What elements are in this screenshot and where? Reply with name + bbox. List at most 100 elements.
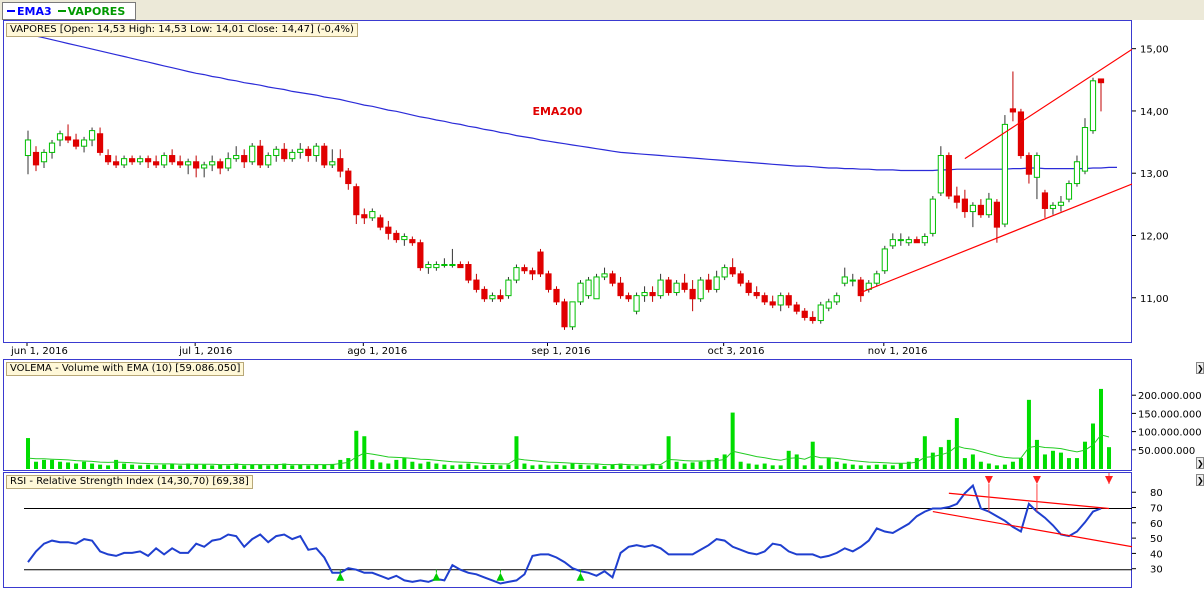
volume-bar [682,463,687,469]
candle [977,199,984,218]
candle-body [849,279,856,282]
volume-bar [386,463,391,469]
candle-body [433,264,440,269]
ema200-annotation: EMA200 [532,105,582,118]
candle-body [961,198,968,213]
volume-bar [610,464,615,469]
rsi-axis-label: 40 [1150,549,1163,560]
volume-bar [378,462,383,469]
candle [809,311,816,324]
candle [449,248,456,268]
candle-body [209,161,216,166]
rsi-axis-label: 70 [1150,504,1163,515]
tab-vapores[interactable]: VAPORES [57,4,126,18]
candle-body [1041,192,1049,209]
volume-bar [202,464,207,469]
volume-bar [474,465,479,469]
candle-body [161,155,168,166]
volume-panel[interactable]: VOLEMA - Volume with EMA (10) [59.086.05… [3,359,1132,471]
candle [521,264,528,274]
volume-scroll-down-button[interactable]: ❯ [1196,457,1204,469]
candle-body [545,273,552,290]
candle-body [977,204,984,216]
rsi-panel[interactable]: RSI - Relative Strength Index (14,30,70)… [3,472,1133,589]
candle [1017,108,1025,159]
candle-body [753,292,760,297]
volume-bar [490,464,495,469]
price-chart[interactable]: EMA200 [4,21,1133,344]
candle-body [569,301,576,328]
volume-axis-svg: 200.000.000 150.000.000 100.000.000 50.000.… [1132,391,1202,457]
rsi-scroll-up-button[interactable]: ❯ [1196,474,1204,486]
volume-bar [970,454,975,469]
candle [585,276,592,299]
candle [64,124,72,144]
date-axis: jun 1, 2016 jul 1, 2016 ago 1, 2016 sep 1, … [3,343,1132,357]
candle-body [649,292,656,297]
candle-body [273,148,280,157]
volume-bar [794,454,799,469]
candle [96,127,104,156]
volume-bar [434,463,439,469]
price-panel[interactable]: VAPORES [Open: 14,53 High: 14,53 Low: 14… [3,20,1133,344]
candle-body [377,217,384,228]
sell-signal-icon [1032,476,1041,485]
volume-ema-line [27,434,1110,466]
candle [241,149,248,168]
volume-bar [346,458,351,469]
volume-bar [930,452,935,469]
date-axis-label: jul 1, 2016 [178,346,232,357]
candle-body [257,145,264,166]
candle [801,308,808,321]
candle [297,143,304,159]
volume-chart[interactable] [4,360,1133,472]
volume-bar [178,465,183,469]
volume-bar [986,463,991,469]
tab-vapores-label: VAPORES [67,4,126,18]
volume-bar [1074,458,1079,469]
candle [857,276,864,302]
price-axis-label: 13,00 [1140,169,1169,180]
candle-body [217,161,224,169]
volume-bar [698,461,703,469]
candle [265,152,272,168]
candle-body [449,264,456,267]
volume-bar [1107,447,1112,469]
candle-body [1025,155,1033,175]
date-axis-label: sep 1, 2016 [531,346,590,357]
candle [945,152,952,200]
candle [937,146,944,197]
candle [625,292,632,302]
volume-bar [722,454,727,469]
candle-body [937,155,944,194]
candle-body [80,139,88,147]
volume-bar [1066,458,1071,469]
volume-bar [74,463,79,469]
volume-bar [938,447,943,469]
candle-body [72,139,80,147]
volume-bar [842,463,847,469]
tab-ema3[interactable]: EMA3 [7,5,52,18]
candle [1049,202,1057,215]
volume-bar [370,459,375,469]
volume-bar [242,465,247,469]
rsi-chart[interactable] [4,473,1133,589]
candle [481,286,488,302]
volume-scroll-up-button[interactable]: ❯ [1196,362,1204,374]
candle-body [689,288,696,300]
series-tabs: EMA3 VAPORES [2,2,137,20]
candle-body [713,276,720,290]
candle-body [601,273,608,278]
volume-bar [90,463,95,469]
candle-body [289,151,296,160]
volume-bar [602,466,607,469]
volume-bar [1002,464,1007,469]
volume-bar [426,461,431,469]
candle-body [385,226,392,234]
candle-body [817,304,824,322]
candle-body [513,267,520,281]
volume-bar [994,465,999,469]
rsi-axis-label: 50 [1150,534,1163,545]
candle-body [673,282,680,294]
candle [961,189,968,218]
